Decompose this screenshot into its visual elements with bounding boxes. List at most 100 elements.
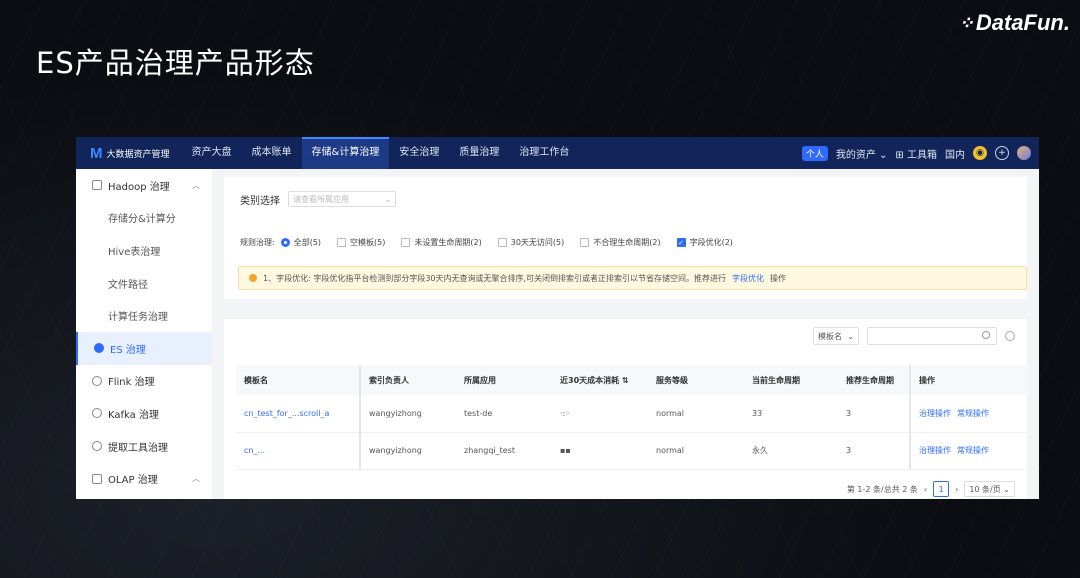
sidebar-item-olap[interactable]: OLAP 治理 ︿: [76, 462, 212, 495]
avatar[interactable]: [1017, 146, 1031, 160]
table-row: cn_test_for_...scroll_a wangyizhong test…: [236, 395, 1027, 433]
col-current-lifecycle: 当前生命周期: [744, 365, 838, 395]
sidebar-item-hive-table[interactable]: Hive表治理: [76, 234, 212, 267]
my-assets-dropdown[interactable]: 我的资产 ⌄: [836, 146, 888, 161]
page-size-select[interactable]: 10 条/页 ⌄: [964, 481, 1015, 497]
rule-option-field-optimize[interactable]: ✓ 字段优化(2): [676, 237, 733, 248]
govern-action-link[interactable]: 治理操作: [919, 409, 951, 418]
kafka-icon: [92, 408, 102, 419]
add-icon[interactable]: +: [995, 146, 1009, 160]
template-table: 模板名 索引负责人 所属应用 近30天成本消耗 ⇅ 服务等级 当前生命周期 推荐…: [236, 365, 1027, 470]
table-row: cn_... wangyizhong zhangqi_test ▪▪ norma…: [236, 432, 1027, 470]
app-cell: zhangqi_test: [456, 432, 552, 470]
search-input[interactable]: [867, 327, 997, 345]
datafun-mark-icon: ⁘: [958, 12, 974, 33]
rule-label: 规则治理:: [240, 238, 275, 247]
radio-selected-icon: [280, 238, 290, 247]
pagination-summary: 第 1-2 条/总共 2 条: [846, 484, 918, 494]
actions-cell: 治理操作 常规操作: [910, 432, 1027, 470]
category-label: 类别选择: [240, 195, 280, 207]
rule-option-no-access-30d[interactable]: 30天无访问(5): [497, 237, 564, 248]
nav-item-quality[interactable]: 质量治理: [449, 137, 509, 169]
nav-right-group: 个人 我的资产 ⌄ ⊞ 工具箱 国内 ◉ +: [801, 145, 1039, 161]
category-row: 类别选择 请查看所属应用 ⌄: [240, 191, 396, 207]
checkbox-icon: [580, 238, 590, 247]
recommended-lifecycle-cell: 3: [838, 395, 911, 433]
rule-option-bad-lifecycle[interactable]: 不合理生命周期(2): [580, 237, 661, 248]
rule-option-all[interactable]: 全部(5): [280, 237, 321, 248]
region-switch[interactable]: 国内: [945, 146, 965, 161]
flink-icon: [92, 375, 102, 386]
m-logo-icon: M: [90, 144, 103, 162]
owner-cell: wangyizhong: [360, 432, 456, 470]
app-name: 大数据资产管理: [106, 149, 170, 160]
sidebar-item-file-path[interactable]: 文件路径: [76, 267, 212, 300]
coin-icon[interactable]: ◉: [973, 146, 987, 160]
regular-action-link[interactable]: 常规操作: [957, 409, 989, 418]
datafun-logo: ⁘ DataFun.: [959, 10, 1070, 36]
current-lifecycle-cell: 33: [744, 395, 838, 433]
app-cell: test-de: [456, 395, 552, 433]
owner-cell: wangyizhong: [360, 395, 456, 433]
document-icon: [92, 180, 102, 191]
chevron-down-icon: ⌄: [1003, 484, 1010, 494]
level-cell: normal: [648, 432, 744, 470]
next-page-icon[interactable]: ›: [955, 485, 958, 494]
sidebar-item-es[interactable]: ES 治理: [76, 331, 212, 365]
checkbox-icon: [337, 238, 347, 247]
rule-option-no-lifecycle[interactable]: 未设置生命周期(2): [401, 237, 482, 248]
template-name-link[interactable]: cn_...: [236, 432, 361, 470]
prev-page-icon[interactable]: ‹: [924, 485, 927, 494]
level-cell: normal: [648, 395, 744, 433]
page-button-current[interactable]: 1: [933, 481, 950, 497]
search-icon: [982, 331, 990, 339]
personal-badge[interactable]: 个人: [801, 145, 828, 161]
cost-cell: ·:◦: [552, 395, 648, 433]
col-cost-30d[interactable]: 近30天成本消耗 ⇅: [552, 365, 648, 395]
recommended-lifecycle-cell: 3: [838, 432, 911, 470]
nav-item-workbench[interactable]: 治理工作台: [509, 137, 579, 169]
chevron-up-icon: ︿: [192, 474, 200, 484]
warning-icon: [249, 274, 257, 282]
rule-option-empty-template[interactable]: 空模板(5): [337, 237, 385, 248]
sidebar-item-storage-compute-score[interactable]: 存储分&计算分: [76, 202, 212, 235]
col-app: 所属应用: [456, 365, 552, 395]
col-template-name: 模板名: [236, 365, 361, 395]
toolbox-link[interactable]: ⊞ 工具箱: [895, 146, 937, 161]
checkbox-checked-icon: ✓: [676, 238, 686, 247]
sidebar-item-compute-task[interactable]: 计算任务治理: [76, 299, 212, 332]
field-optimize-notice: 1、字段优化: 字段优化指平台检测到部分字段30天内无查询或无聚合排序,可关闭倒…: [238, 266, 1027, 290]
govern-action-link[interactable]: 治理操作: [919, 446, 951, 455]
chevron-down-icon: ⌄: [879, 149, 888, 161]
template-table-panel: 模板名 ⌄ 模板名 索引负责人 所属应用 近30天成本消耗 ⇅ 服务等级 当前生命…: [224, 319, 1027, 499]
toolbox-icon: ⊞: [895, 149, 904, 161]
template-name-link[interactable]: cn_test_for_...scroll_a: [236, 395, 361, 433]
pagination: 第 1-2 条/总共 2 条 ‹ 1 › 10 条/页 ⌄: [847, 481, 1015, 497]
sidebar-item-flink[interactable]: Flink 治理: [76, 365, 212, 398]
field-optimize-link[interactable]: 字段优化: [732, 273, 764, 284]
chevron-down-icon: ⌄: [847, 331, 854, 341]
sidebar-item-kafka[interactable]: Kafka 治理: [76, 397, 212, 430]
slide-title: ES产品治理产品形态: [36, 46, 315, 80]
gear-icon[interactable]: [1005, 331, 1015, 341]
sort-icon: ⇅: [621, 375, 629, 385]
actions-cell: 治理操作 常规操作: [910, 395, 1027, 433]
nav-item-storage-compute[interactable]: 存储&计算治理: [301, 137, 390, 169]
nav-item-asset-overview[interactable]: 资产大盘: [182, 137, 242, 169]
filter-panel: 类别选择 请查看所属应用 ⌄ 规则治理: 全部(5) 空模板(5) 未设置生命周…: [224, 177, 1027, 299]
nav-item-security[interactable]: 安全治理: [389, 137, 449, 169]
chevron-up-icon: ︿: [192, 180, 200, 190]
sidebar-item-extract-tool[interactable]: 提取工具治理: [76, 430, 212, 463]
current-lifecycle-cell: 永久: [744, 432, 838, 470]
regular-action-link[interactable]: 常规操作: [957, 446, 989, 455]
extract-tool-icon: [92, 441, 102, 452]
search-field-select[interactable]: 模板名 ⌄: [813, 327, 859, 345]
col-actions: 操作: [910, 365, 1027, 395]
table-header-row: 模板名 索引负责人 所属应用 近30天成本消耗 ⇅ 服务等级 当前生命周期 推荐…: [236, 365, 1027, 395]
cost-cell: ▪▪: [552, 432, 648, 470]
app-logo[interactable]: M 大数据资产管理: [76, 145, 182, 162]
sidebar-item-hadoop[interactable]: Hadoop 治理 ︿: [76, 169, 212, 202]
chevron-down-icon: ⌄: [384, 194, 391, 204]
nav-item-cost-bill[interactable]: 成本账单: [242, 137, 302, 169]
category-select[interactable]: 请查看所属应用 ⌄: [288, 191, 396, 207]
